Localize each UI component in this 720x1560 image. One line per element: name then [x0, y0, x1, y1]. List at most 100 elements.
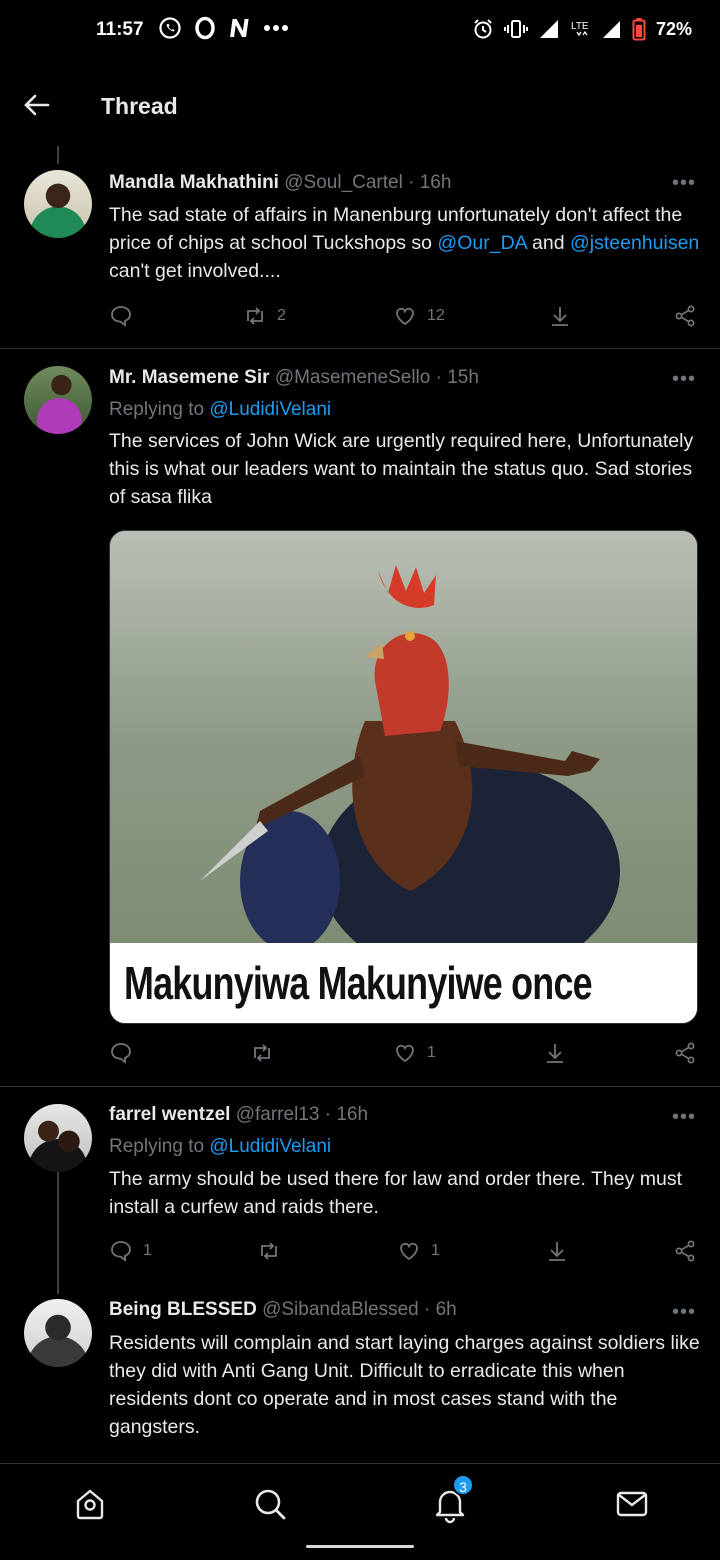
netflix-icon [230, 19, 249, 37]
bookmark-button[interactable] [545, 1239, 569, 1263]
retweet-count: 2 [277, 307, 286, 324]
reply-icon [111, 1043, 131, 1064]
heart-icon [396, 1044, 414, 1063]
mention-link[interactable]: @Our_DA [437, 232, 526, 254]
bookmark-button[interactable] [548, 304, 572, 328]
tweet-text: The sad state of affairs in Manenburg un… [109, 201, 704, 285]
signal-icon [602, 21, 620, 38]
tweet-header: Being BLESSED @SibandaBlessed · 6h [109, 1299, 457, 1321]
tweet-header: Mr. Masemene Sir @MasemeneSello · 15h [109, 367, 479, 389]
share-button[interactable] [673, 1041, 697, 1065]
download-icon [547, 1044, 563, 1063]
tweet-text: Residents will complain and start laying… [109, 1332, 700, 1438]
messages-icon[interactable] [612, 1484, 652, 1524]
reply-button[interactable] [109, 304, 133, 328]
author-handle[interactable]: @farrel13 [236, 1104, 320, 1125]
status-right-icons: LTE 72% [472, 17, 692, 41]
tweet-time: · 16h [408, 172, 452, 193]
avatar[interactable] [24, 170, 92, 238]
tweet-text: The services of John Wick are urgently r… [109, 430, 694, 508]
reply-count: 1 [143, 1242, 152, 1259]
reply-button[interactable]: 1 [109, 1239, 152, 1263]
replying-to: Replying to @LudidiVelani [109, 399, 331, 421]
author-name[interactable]: farrel wentzel [109, 1104, 230, 1125]
share-icon [675, 1240, 695, 1262]
share-icon [675, 305, 695, 327]
tweet-text: The army should be used there for law an… [109, 1168, 683, 1218]
share-icon [675, 1042, 695, 1064]
tweet-time: · 6h [424, 1299, 457, 1320]
opera-icon [195, 16, 215, 40]
page-title: Thread [101, 93, 178, 119]
status-left-icons [158, 16, 290, 40]
vibrate-icon [503, 20, 528, 38]
replying-to: Replying to @LudidiVelani [109, 1136, 331, 1158]
share-button[interactable] [673, 1239, 697, 1263]
mention-link[interactable]: @jsteenhuisen [570, 232, 699, 254]
retweet-button[interactable] [250, 1041, 274, 1065]
search-icon[interactable] [250, 1484, 290, 1524]
download-icon [552, 307, 568, 326]
like-count: 1 [431, 1242, 440, 1259]
home-indicator[interactable] [306, 1545, 414, 1548]
author-name[interactable]: Mr. Masemene Sir [109, 367, 270, 388]
replying-to-label: Replying to [109, 399, 210, 420]
more-options-icon[interactable]: ••• [672, 172, 696, 195]
home-icon[interactable] [70, 1484, 110, 1524]
status-time: 11:57 [96, 19, 144, 40]
retweet-icon [247, 307, 263, 325]
retweet-button[interactable]: 2 [243, 304, 286, 328]
alarm-icon [474, 19, 492, 39]
more-icon [264, 25, 288, 31]
more-options-icon[interactable]: ••• [672, 1106, 696, 1129]
signal-icon [539, 20, 558, 38]
media-caption-text: Makunyiwa Makunyiwe once [124, 957, 593, 1009]
bookmark-button[interactable] [543, 1041, 567, 1065]
share-button[interactable] [673, 304, 697, 328]
like-button[interactable]: 12 [393, 304, 445, 328]
battery-percent: 72% [655, 18, 692, 39]
download-icon [549, 1242, 565, 1261]
replying-to-label: Replying to [109, 1136, 210, 1157]
status-bar: 11:57 LTE 72% [0, 0, 720, 60]
svg-text:LTE: LTE [571, 21, 589, 32]
more-options-icon[interactable]: ••• [672, 1301, 696, 1324]
author-name[interactable]: Being BLESSED [109, 1299, 257, 1320]
avatar[interactable] [24, 1299, 92, 1367]
like-button[interactable]: 1 [397, 1239, 440, 1263]
avatar[interactable] [24, 366, 92, 434]
author-handle[interactable]: @Soul_Cartel [284, 172, 403, 193]
divider [0, 1086, 720, 1087]
more-options-icon[interactable]: ••• [672, 368, 696, 391]
tweet-media-image[interactable]: Makunyiwa Makunyiwe once [109, 530, 698, 1024]
tweet-actions: 1 1 [109, 1239, 699, 1269]
author-handle[interactable]: @SibandaBlessed [262, 1299, 419, 1320]
retweet-button[interactable] [257, 1239, 281, 1263]
back-arrow-icon[interactable] [22, 90, 52, 120]
whatsapp-icon [159, 17, 181, 39]
like-count: 1 [427, 1044, 436, 1061]
reply-icon [111, 306, 131, 327]
author-name[interactable]: Mandla Makhathini [109, 172, 279, 193]
thread-header: Thread [0, 60, 720, 150]
tweet-time: · 16h [324, 1104, 369, 1125]
tweet-header: Mandla Makhathini @Soul_Cartel · 16h [109, 172, 451, 194]
tweet-header: farrel wentzel @farrel13 · 16h [109, 1104, 368, 1126]
like-button[interactable]: 1 [393, 1041, 436, 1065]
mention-link[interactable]: @LudidiVelani [209, 399, 331, 420]
retweet-icon [261, 1242, 277, 1260]
retweet-icon [254, 1044, 270, 1062]
tweet-time: · 15h [435, 367, 479, 388]
tweet-text-part: can't get involved.... [109, 260, 281, 282]
media-caption: Makunyiwa Makunyiwe once [110, 943, 697, 1023]
avatar[interactable] [24, 1104, 92, 1172]
tweet-actions: 1 [109, 1041, 699, 1071]
notification-badge[interactable]: 3 [452, 1474, 474, 1496]
reply-icon [111, 1241, 131, 1262]
lte-icon: LTE [571, 21, 589, 37]
tweet-text-part: and [526, 232, 570, 254]
mention-link[interactable]: @LudidiVelani [209, 1136, 331, 1157]
author-handle[interactable]: @MasemeneSello [275, 367, 431, 388]
reply-button[interactable] [109, 1041, 133, 1065]
thread-connector [57, 1172, 59, 1294]
